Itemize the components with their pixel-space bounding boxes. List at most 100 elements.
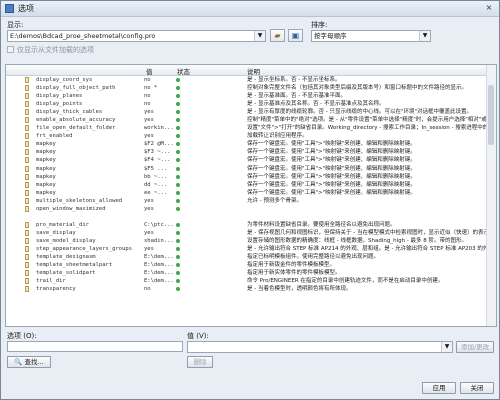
option-description: 保存一个键盘宏。使用"工具">"映射键"来创建、编辑和删除映射键。: [247, 189, 416, 196]
status-dot-icon: [176, 110, 180, 115]
option-value: $F3 ~...: [144, 149, 171, 156]
option-name: mapkey: [36, 165, 56, 172]
table-row[interactable]: pro_material_dir C:\ptc... 为零件材料设置缺省目录。要使用…: [6, 221, 496, 229]
status-dot-icon: [176, 255, 180, 260]
sort-value: 按字母顺序: [314, 32, 347, 40]
table-row[interactable]: multiple_skeletons_allowed yes 允许 - 预测多个骨架…: [6, 197, 496, 205]
option-name: display_full_object_path: [36, 85, 116, 92]
status-dot-icon: [176, 198, 180, 203]
apply-button[interactable]: 应用: [422, 382, 456, 394]
option-file-icon: [25, 149, 29, 156]
table-row[interactable]: step_appearance_layers_groups yes 是 - 允许输出…: [6, 245, 496, 253]
option-name: open_window_maximized: [36, 205, 106, 212]
table-row[interactable]: mapkey $F3 ~... 保存一个键盘宏。使用"工具">"映射键"来创建、编辑…: [6, 148, 496, 156]
table-row[interactable]: display_coord_sys no 是 - 显示坐标系。否 - 不显示坐标系。: [6, 76, 496, 84]
option-file-icon: [25, 205, 29, 212]
table-row[interactable]: mapkey $F5 ... 保存一个键盘宏。使用"工具">"映射键"来创建、编辑和…: [6, 165, 496, 173]
value-label: 值 (V):: [187, 332, 209, 340]
option-file-icon: [25, 229, 29, 236]
option-name: mapkey: [36, 141, 56, 148]
remove-button[interactable]: 删除: [187, 356, 213, 368]
table-row[interactable]: display_full_object_path no * 控制对象完整文件名（包括…: [6, 84, 496, 92]
status-dot-icon: [176, 78, 180, 82]
table-row[interactable]: enable_absolute_accuracy yes 控制"精度"菜单中的"绝对…: [6, 116, 496, 124]
display-combo[interactable]: E:\demos\Bdcad_proe_sheetmetal\config.pr…: [7, 30, 266, 42]
option-file-icon: [25, 278, 29, 285]
option-description: 是 - 显示基准点及其名称。否 - 不显示基准点及其名称。: [247, 101, 385, 108]
save-icon[interactable]: ▣: [288, 29, 303, 42]
value-combo[interactable]: ▼: [187, 341, 453, 353]
status-dot-icon: [176, 94, 180, 99]
option-value: no: [144, 101, 151, 108]
option-file-icon: [25, 181, 29, 188]
table-row[interactable]: display_planes no 是 - 显示基准面。否 - 不显示基准平面。: [6, 92, 496, 100]
table-row[interactable]: mapkey $F4 ~... 保存一个键盘宏。使用"工具">"映射键"来创建、编辑…: [6, 156, 496, 164]
close-button[interactable]: 关闭: [460, 382, 494, 394]
chevron-down-icon[interactable]: ▼: [254, 31, 265, 41]
table-row[interactable]: open_window_maximized yes: [6, 205, 496, 213]
add-change-button[interactable]: 添加/更改: [456, 341, 494, 353]
table-scrollbar[interactable]: [486, 65, 496, 326]
table-row[interactable]: template_designasm E:\dem... 指定已标明模板组件。使用完…: [6, 253, 496, 261]
option-file-icon: [25, 173, 29, 180]
options-dialog: 选项 × 显示: E:\demos\Bdcad_proe_sheetmetal\…: [0, 0, 500, 400]
status-dot-icon: [176, 126, 180, 131]
option-name: display_coord_sys: [36, 77, 93, 83]
option-name: multiple_skeletons_allowed: [36, 197, 123, 204]
option-value: ee ~...: [144, 189, 168, 196]
table-row[interactable]: mapkey bb ~... 保存一个键盘宏。使用"工具">"映射键"来创建、编辑和…: [6, 173, 496, 181]
option-description: 是 - 保存视图几何和视图标识，但保持关于 - 当在模型模式中检索视图时，显示近…: [247, 229, 492, 236]
table-row[interactable]: template_solidpart E:\dem... 指定用于新实体零件的零件模…: [6, 269, 496, 277]
table-row[interactable]: mapkey ee ~... 保存一个键盘宏。使用"工具">"映射键"来创建、编辑和…: [6, 189, 496, 197]
table-row[interactable]: display_thick_cables yes 是 - 显示有厚度的线缆轮廓。否 …: [6, 108, 496, 116]
option-file-icon: [25, 262, 29, 269]
loaded-only-checkbox[interactable]: [7, 46, 14, 53]
status-dot-icon: [176, 271, 180, 276]
column-desc-header[interactable]: 说明: [247, 66, 260, 76]
option-description: 保存一个键盘宏。使用"工具">"映射键"来创建、编辑和删除映射键。: [247, 149, 416, 156]
table-row[interactable]: file_open_default_folder workin... 设置"文件">…: [6, 124, 496, 132]
scrollbar-thumb[interactable]: [488, 85, 494, 145]
chevron-down-icon[interactable]: ▼: [419, 31, 430, 41]
option-file-icon: [25, 237, 29, 244]
table-row[interactable]: mapkey $F2 @M... 保存一个键盘宏。使用"工具">"映射键"来创建、编…: [6, 140, 496, 148]
table-row[interactable]: save_model_display shadin... 设置存储的图形数据的精确度…: [6, 237, 496, 245]
table-row[interactable]: save_display yes 是 - 保存视图几何和视图标识，但保持关于 - 当…: [6, 229, 496, 237]
option-file-icon: [25, 286, 29, 293]
option-name: save_model_display: [36, 237, 96, 244]
option-value: yes: [144, 109, 154, 116]
status-dot-icon: [176, 279, 180, 284]
option-file-icon: [25, 157, 29, 164]
find-button[interactable]: 🔍 查找...: [7, 356, 51, 368]
status-dot-icon: [176, 174, 180, 179]
option-value: yes: [144, 117, 154, 124]
table-row[interactable]: trail_dir E:\dem... 命令 Pro/ENGINEER 在指定的目录…: [6, 277, 496, 285]
option-value: no: [144, 286, 151, 293]
option-name: enable_absolute_accuracy: [36, 117, 116, 124]
option-name: mapkey: [36, 173, 56, 180]
column-status-header[interactable]: 状态: [177, 66, 190, 76]
open-folder-icon[interactable]: ▰: [270, 29, 285, 42]
row-spacer: [6, 213, 496, 221]
status-dot-icon: [176, 102, 180, 107]
table-row[interactable]: frt_enabled yes 加载转让识别应用程序。: [6, 132, 496, 140]
option-name: display_planes: [36, 93, 83, 100]
table-row[interactable]: transparency no 是 - 当着色模型时，透明颜色将有所体现。: [6, 285, 496, 293]
column-value-header[interactable]: 值: [146, 66, 153, 76]
sort-combo[interactable]: 按字母顺序 ▼: [311, 30, 431, 42]
option-value: C:\ptc...: [144, 221, 174, 228]
option-name: display_thick_cables: [36, 109, 103, 116]
table-row[interactable]: display_points no 是 - 显示基准点及其名称。否 - 不显示基准点…: [6, 100, 496, 108]
close-icon[interactable]: ×: [483, 3, 495, 13]
option-name: mapkey: [36, 189, 56, 196]
table-row[interactable]: template_sheetmetalpart E:\dem... 指定用于新钣金件…: [6, 261, 496, 269]
option-file-icon: [25, 141, 29, 148]
search-icon: 🔍: [14, 358, 23, 366]
option-value: no: [144, 77, 151, 83]
table-row[interactable]: mapkey dd ~... 保存一个键盘宏。使用"工具">"映射键"来创建、编辑和…: [6, 181, 496, 189]
status-dot-icon: [176, 287, 180, 292]
option-description: 是 - 显示有厚度的线缆轮廓。否 - 只显示线缆的中心线。可以在"环境"对话框中…: [247, 109, 473, 116]
option-input[interactable]: [7, 341, 183, 352]
chevron-down-icon[interactable]: ▼: [441, 342, 452, 352]
option-description: 是 - 显示基准面。否 - 不显示基准平面。: [247, 93, 346, 100]
